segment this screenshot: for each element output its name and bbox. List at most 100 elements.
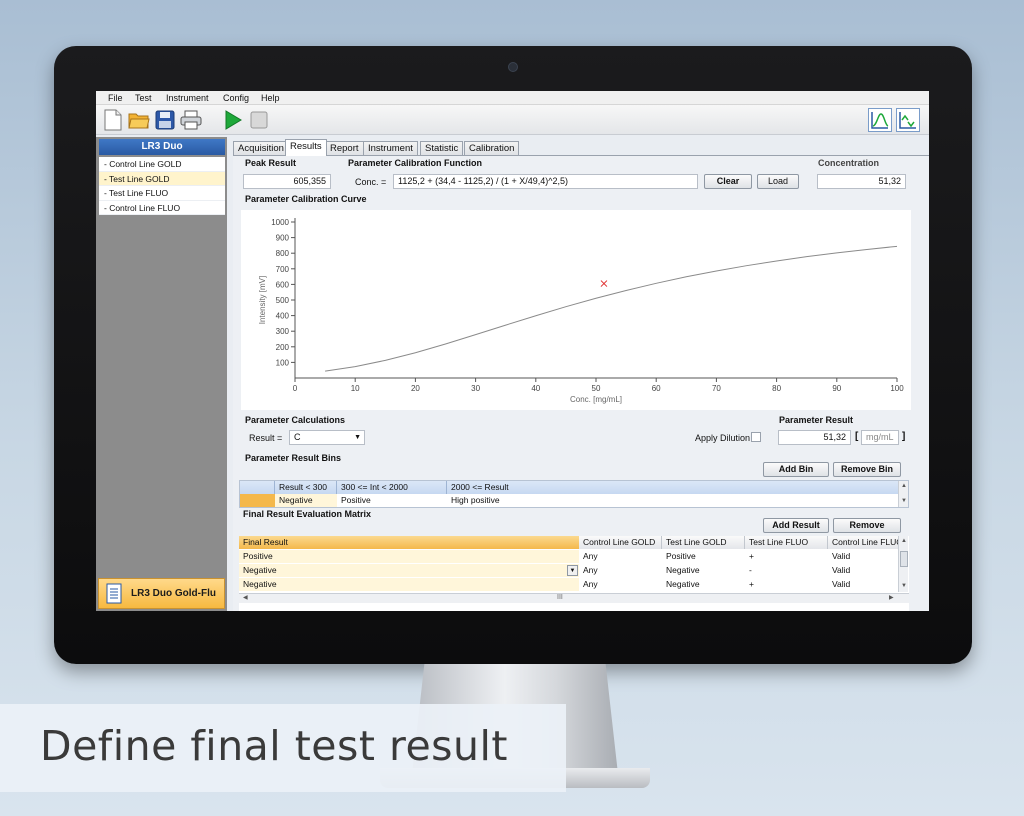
calibration-function-field[interactable]: 1125,2 + (34,4 - 1125,2) / (1 + X/49,4)^…: [393, 174, 698, 189]
matrix-cell[interactable]: +: [745, 550, 828, 563]
scroll-right-icon[interactable]: ▶: [889, 594, 894, 601]
y-tick-label: 300: [276, 327, 290, 336]
calibration-curve-label: Parameter Calibration Curve: [245, 194, 367, 204]
scroll-thumb[interactable]: [900, 551, 908, 567]
matrix-horizontal-scrollbar[interactable]: ◀ III ▶: [239, 593, 909, 603]
tab-instrument[interactable]: Instrument: [363, 141, 418, 155]
x-tick-label: 80: [772, 384, 781, 393]
menu-test[interactable]: Test: [135, 93, 152, 103]
scroll-up-icon[interactable]: ▲: [899, 536, 909, 546]
sidebar-item-control-line-gold[interactable]: - Control Line GOLD: [99, 157, 225, 172]
sidebar-list: - Control Line GOLD - Test Line GOLD - T…: [99, 157, 225, 215]
remove-bin-button[interactable]: Remove Bin: [833, 462, 901, 477]
scroll-left-icon[interactable]: ◀: [243, 594, 248, 601]
document-list-icon: [106, 583, 122, 604]
clear-button[interactable]: Clear: [704, 174, 752, 189]
matrix-cell[interactable]: -: [745, 564, 828, 577]
matrix-cell[interactable]: Any: [579, 578, 662, 591]
matrix-cell[interactable]: Positive: [239, 550, 579, 563]
result-select[interactable]: C ▼: [289, 430, 365, 445]
results-panel: Peak Result 605,355 Parameter Calibratio…: [233, 155, 929, 611]
result-bins-label: Parameter Result Bins: [245, 453, 342, 463]
matrix-cell[interactable]: Positive: [662, 550, 745, 563]
matrix-cell[interactable]: Valid: [828, 578, 898, 591]
calibration-curve-chart: 100 200 300 400 500 600 700 800 900 1000 0 10 20 30 40…: [241, 210, 911, 410]
tab-acquisition[interactable]: Acquisition: [233, 141, 289, 155]
scroll-up-icon[interactable]: ▲: [899, 481, 909, 491]
load-button[interactable]: Load: [757, 174, 799, 189]
bins-row-marker: [240, 494, 275, 507]
calibration-curve-line: [325, 245, 898, 372]
toolbar: [96, 105, 929, 135]
tab-report[interactable]: Report: [325, 141, 364, 155]
sidebar-title: LR3 Duo: [99, 139, 225, 155]
x-tick-label: 60: [652, 384, 661, 393]
x-axis-title: Conc. [mg/mL]: [570, 395, 622, 404]
scroll-grip[interactable]: III: [557, 594, 563, 601]
sidebar-item-test-line-fluo[interactable]: - Test Line FLUO: [99, 186, 225, 201]
test-profile-button[interactable]: LR3 Duo Gold-Flu: [98, 578, 225, 609]
matrix-cell[interactable]: Negative: [239, 578, 579, 591]
matrix-cell[interactable]: Valid: [828, 564, 898, 577]
tab-statistic[interactable]: Statistic: [420, 141, 464, 155]
unit-field[interactable]: mg/mL: [861, 430, 899, 445]
bins-scrollbar[interactable]: ▲ ▼: [898, 481, 908, 507]
sidebar: LR3 Duo - Control Line GOLD - Test Line …: [96, 137, 227, 611]
add-result-button[interactable]: Add Result: [763, 518, 829, 533]
bins-row-header: [240, 481, 275, 494]
open-folder-icon[interactable]: [127, 108, 151, 132]
menu-config[interactable]: Config: [223, 93, 249, 103]
matrix-header-test-line-fluo: Test Line FLUO: [745, 536, 828, 549]
menu-help[interactable]: Help: [261, 93, 280, 103]
bins-cell[interactable]: Negative: [275, 494, 337, 507]
remove-result-button[interactable]: Remove: [833, 518, 901, 533]
calibration-function-label: Parameter Calibration Function: [348, 158, 483, 168]
bins-cell[interactable]: Positive: [337, 494, 447, 507]
apply-dilution-label: Apply Dilution: [695, 433, 751, 443]
concentration-field[interactable]: 51,32: [817, 174, 906, 189]
bins-header-cell: 300 <= Int < 2000: [337, 481, 447, 494]
matrix-cell[interactable]: Negative: [662, 564, 745, 577]
matrix-cell[interactable]: Negative: [239, 564, 579, 577]
apply-dilution-checkbox[interactable]: [751, 432, 761, 442]
run-play-icon[interactable]: [221, 108, 245, 132]
matrix-cell[interactable]: Any: [579, 550, 662, 563]
evaluation-matrix-table: Final Result Control Line GOLD Test Line…: [239, 536, 909, 611]
sidebar-item-test-line-gold[interactable]: - Test Line GOLD: [99, 171, 225, 186]
new-document-icon[interactable]: [101, 108, 125, 132]
x-tick-label: 20: [411, 384, 420, 393]
save-disk-icon[interactable]: [153, 108, 177, 132]
matrix-cell[interactable]: Valid: [828, 550, 898, 563]
calibration-curve-svg: 100 200 300 400 500 600 700 800 900 1000 0 10 20 30 40…: [258, 218, 904, 404]
sidebar-item-control-line-fluo[interactable]: - Control Line FLUO: [99, 201, 225, 215]
x-tick-label: 90: [832, 384, 841, 393]
matrix-cell[interactable]: Negative: [662, 578, 745, 591]
x-tick-label: 50: [592, 384, 601, 393]
concentration-label: Concentration: [818, 158, 880, 168]
stop-icon[interactable]: [247, 108, 271, 132]
scroll-down-icon[interactable]: ▼: [899, 496, 909, 506]
chevron-down-icon[interactable]: ▼: [567, 565, 578, 576]
tab-calibration[interactable]: Calibration: [464, 141, 520, 155]
y-axis-title: Intensity [mV]: [258, 276, 267, 324]
calibration-compare-icon[interactable]: [896, 108, 920, 132]
x-tick-label: 40: [531, 384, 540, 393]
tab-results[interactable]: Results: [285, 139, 327, 156]
matrix-cell[interactable]: Any: [579, 564, 662, 577]
bins-cell[interactable]: High positive: [447, 494, 898, 507]
y-tick-label: 200: [276, 343, 290, 352]
peak-result-field[interactable]: 605,355: [243, 174, 331, 189]
add-bin-button[interactable]: Add Bin: [763, 462, 829, 477]
print-icon[interactable]: [179, 108, 203, 132]
calibration-chart-icon[interactable]: [868, 108, 892, 132]
menu-file[interactable]: File: [108, 93, 123, 103]
x-tick-label: 0: [293, 384, 298, 393]
menu-instrument[interactable]: Instrument: [166, 93, 209, 103]
matrix-cell[interactable]: +: [745, 578, 828, 591]
y-tick-label: 900: [276, 234, 290, 243]
parameter-result-field[interactable]: 51,32: [778, 430, 851, 445]
y-tick-label: 100: [276, 358, 290, 367]
peak-result-label: Peak Result: [245, 158, 297, 168]
matrix-vertical-scrollbar[interactable]: ▲ ▼: [898, 536, 908, 592]
scroll-down-icon[interactable]: ▼: [899, 581, 909, 591]
